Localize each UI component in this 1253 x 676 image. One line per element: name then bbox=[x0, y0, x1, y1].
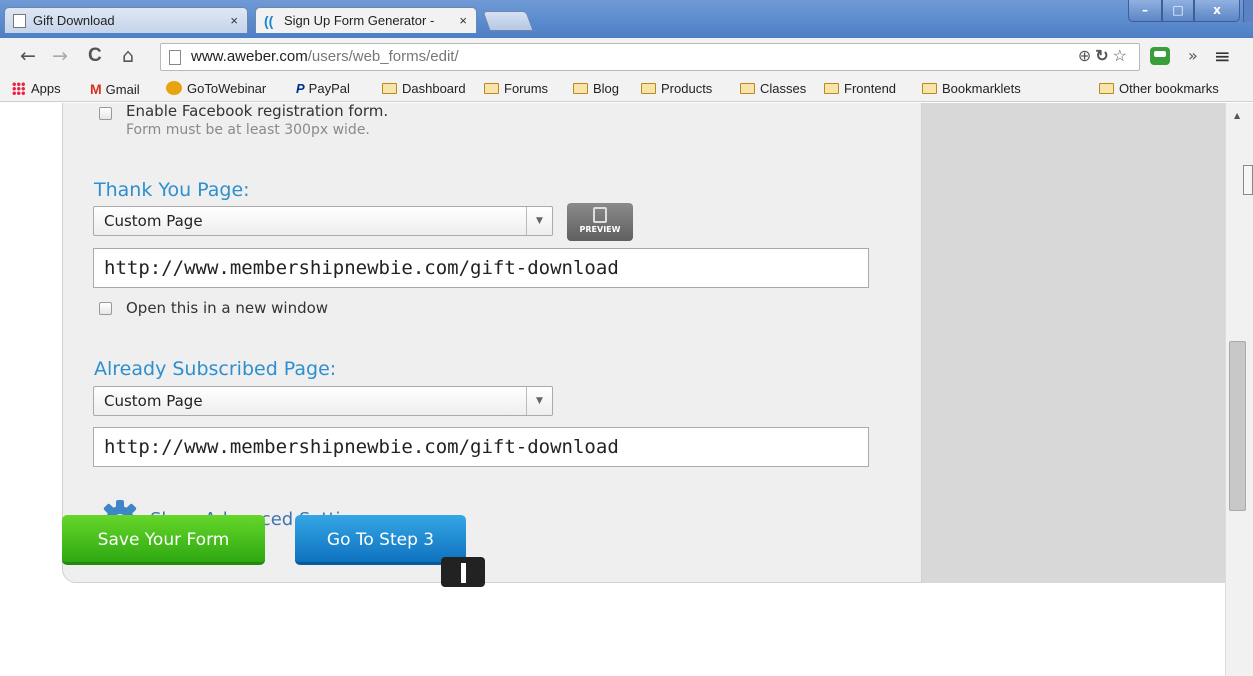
already-subscribed-title: Already Subscribed Page: bbox=[94, 358, 337, 380]
bookmark-gmail[interactable]: M Gmail bbox=[90, 81, 140, 98]
thank-you-page-select[interactable]: Custom Page ▼ bbox=[93, 206, 553, 236]
folder-icon bbox=[641, 83, 656, 94]
gotowebinar-icon bbox=[166, 81, 182, 95]
address-bar[interactable]: www.aweber.com/users/web_forms/edit/ ⊕↻☆ bbox=[160, 43, 1140, 71]
bookmark-label: Products bbox=[661, 81, 713, 96]
new-window-checkbox[interactable] bbox=[99, 302, 112, 315]
sync-icon[interactable]: ↻ bbox=[1095, 48, 1112, 65]
bookmark-dashboard[interactable]: Dashboard bbox=[382, 81, 466, 97]
preview-column bbox=[922, 103, 1225, 583]
tab-title: Gift Download bbox=[33, 13, 115, 28]
paypal-icon: P bbox=[296, 81, 305, 96]
star-icon[interactable]: ☆ bbox=[1113, 48, 1131, 65]
bookmark-label: Dashboard bbox=[402, 81, 466, 96]
already-subscribed-url-input[interactable]: http://www.membershipnewbie.com/gift-dow… bbox=[93, 427, 869, 467]
bookmark-label: Other bookmarks bbox=[1119, 81, 1219, 96]
document-icon bbox=[593, 207, 607, 223]
chevron-down-icon: ▼ bbox=[526, 207, 552, 235]
bookmark-forums[interactable]: Forums bbox=[484, 81, 548, 97]
window-edge-handle bbox=[1243, 165, 1253, 195]
overflow-chevron-icon[interactable]: » bbox=[1188, 46, 1198, 65]
tab-sign-up-form-generator[interactable]: (( Sign Up Form Generator - × bbox=[255, 7, 477, 33]
folder-icon bbox=[573, 83, 588, 94]
menu-icon[interactable]: ≡ bbox=[1214, 44, 1231, 68]
folder-icon bbox=[382, 83, 397, 94]
bookmarks-bar: Apps M Gmail GoToWebinar P PayPal Dashboar… bbox=[0, 76, 1253, 102]
bookmark-label: Frontend bbox=[844, 81, 897, 96]
window-edge bbox=[1243, 0, 1253, 22]
bookmark-bookmarklets[interactable]: Bookmarklets bbox=[922, 81, 1021, 97]
bookmark-products[interactable]: Products bbox=[641, 81, 712, 97]
select-value: Custom Page bbox=[104, 212, 203, 230]
bookmark-gotowebinar[interactable]: GoToWebinar bbox=[166, 81, 266, 97]
title-bar: Gift Download × (( Sign Up Form Generato… bbox=[0, 0, 1253, 38]
go-to-step-3-button[interactable]: Go To Step 3 bbox=[295, 515, 466, 565]
bookmark-frontend[interactable]: Frontend bbox=[824, 81, 896, 97]
page-icon bbox=[13, 14, 26, 28]
forward-button[interactable]: → bbox=[52, 46, 68, 66]
bookmark-label: GoToWebinar bbox=[187, 81, 267, 96]
bookmark-label: Forums bbox=[504, 81, 549, 96]
close-tab-icon[interactable]: × bbox=[230, 8, 238, 34]
minimize-button[interactable]: – bbox=[1128, 0, 1162, 22]
bookmark-other[interactable]: Other bookmarks bbox=[1099, 81, 1219, 97]
select-value: Custom Page bbox=[104, 392, 203, 410]
home-button[interactable]: ⌂ bbox=[122, 46, 134, 66]
preview-button[interactable]: PREVIEW bbox=[567, 203, 633, 241]
close-tab-icon[interactable]: × bbox=[459, 8, 467, 34]
bookmark-label: Classes bbox=[760, 81, 807, 96]
back-button[interactable]: ← bbox=[20, 46, 36, 66]
folder-icon bbox=[824, 83, 839, 94]
chevron-down-icon: ▼ bbox=[526, 387, 552, 415]
folder-icon bbox=[1099, 83, 1114, 94]
gmail-icon: M bbox=[90, 81, 102, 97]
tab-gift-download[interactable]: Gift Download × bbox=[4, 7, 248, 33]
apps-icon bbox=[12, 82, 25, 95]
bookmark-paypal[interactable]: P PayPal bbox=[296, 81, 350, 97]
address-path: /users/web_forms/edit/ bbox=[307, 48, 459, 65]
bookmark-apps[interactable]: Apps bbox=[12, 81, 61, 97]
new-window-label: Open this in a new window bbox=[126, 299, 329, 317]
zoom-icon[interactable]: ⊕ bbox=[1078, 48, 1095, 65]
folder-icon bbox=[740, 83, 755, 94]
folder-icon bbox=[484, 83, 499, 94]
bookmark-label: Blog bbox=[593, 81, 620, 96]
tooltip-marker bbox=[441, 557, 485, 587]
extension-icon[interactable] bbox=[1150, 47, 1170, 65]
omnibox-icons: ⊕↻☆ bbox=[1078, 44, 1131, 70]
facebook-checkbox[interactable] bbox=[99, 107, 112, 120]
folder-icon bbox=[922, 83, 937, 94]
close-window-button[interactable]: x bbox=[1194, 0, 1240, 22]
already-subscribed-select[interactable]: Custom Page ▼ bbox=[93, 386, 553, 416]
maximize-button[interactable]: □ bbox=[1162, 0, 1194, 22]
bookmark-label: Bookmarklets bbox=[942, 81, 1021, 96]
address-host: www.aweber.com bbox=[191, 48, 308, 65]
bookmark-label: PayPal bbox=[308, 81, 350, 96]
tab-title: Sign Up Form Generator - bbox=[284, 13, 435, 28]
bookmark-classes[interactable]: Classes bbox=[740, 81, 806, 97]
browser-toolbar: ← → C ⌂ www.aweber.com/users/web_forms/e… bbox=[0, 38, 1253, 76]
preview-label: PREVIEW bbox=[579, 225, 621, 234]
save-form-button[interactable]: Save Your Form bbox=[62, 515, 265, 565]
reload-button[interactable]: C bbox=[88, 46, 102, 66]
thank-you-url-input[interactable]: http://www.membershipnewbie.com/gift-dow… bbox=[93, 248, 869, 288]
new-tab-button[interactable] bbox=[482, 11, 534, 31]
bookmark-blog[interactable]: Blog bbox=[573, 81, 619, 97]
page-viewport: Enable Facebook registration form. Form … bbox=[0, 103, 1225, 676]
scroll-up-icon[interactable]: ▲ bbox=[1234, 111, 1240, 120]
scrollbar-thumb[interactable] bbox=[1229, 341, 1246, 511]
bookmark-label: Gmail bbox=[105, 82, 140, 97]
page-icon bbox=[169, 50, 181, 65]
bookmark-label: Apps bbox=[31, 81, 61, 96]
facebook-label: Enable Facebook registration form. bbox=[126, 103, 389, 120]
aweber-icon: (( bbox=[264, 13, 274, 29]
facebook-hint: Form must be at least 300px wide. bbox=[126, 122, 370, 138]
thank-you-page-title: Thank You Page: bbox=[94, 179, 250, 201]
